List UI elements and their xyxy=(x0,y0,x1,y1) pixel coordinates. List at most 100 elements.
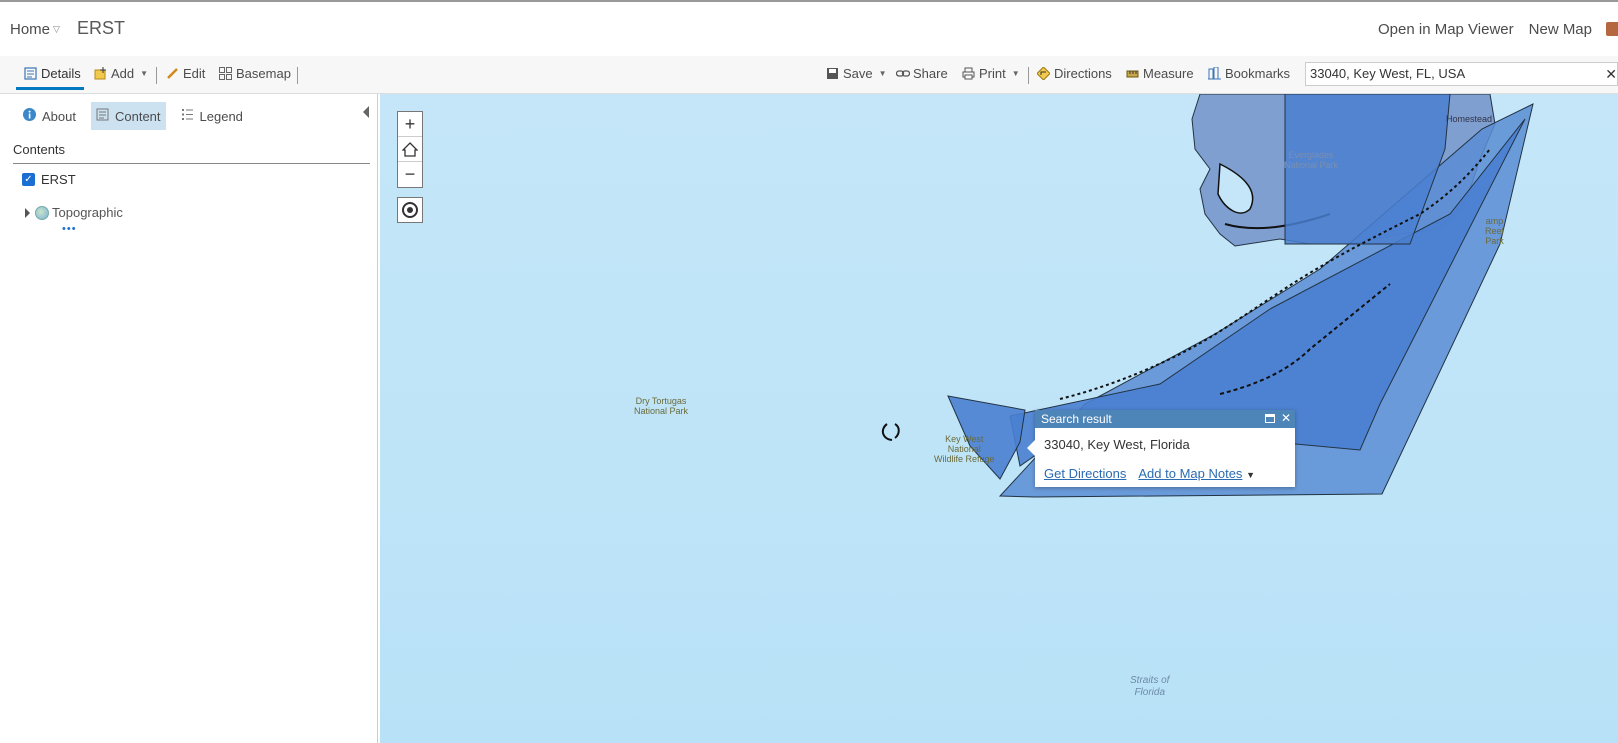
top-bar: Home ▽ ERST Open in Map Viewer New Map xyxy=(0,0,1618,54)
add-label: Add xyxy=(111,66,135,81)
add-to-map-notes-menu[interactable]: Add to Map Notes ▼ xyxy=(1138,466,1255,481)
close-icon[interactable]: ✕ xyxy=(1281,411,1291,425)
layer-visibility-checkbox[interactable]: ✓ xyxy=(22,173,35,186)
content-icon xyxy=(96,108,109,124)
sidebar-tabs: About Content Legend xyxy=(20,102,246,130)
map-view[interactable]: + − Dry Tortugas National Park Key West … xyxy=(380,94,1618,743)
close-icon[interactable]: ✕ xyxy=(1605,66,1617,83)
map-canvas xyxy=(881,94,1534,498)
edit-label: Edit xyxy=(183,66,206,81)
basemap-label: Basemap xyxy=(236,66,291,81)
bookmarks-label: Bookmarks xyxy=(1225,66,1291,81)
divider xyxy=(1028,67,1029,84)
details-button[interactable]: Details xyxy=(24,66,81,81)
search-input[interactable]: 33040, Key West, FL, USA ✕ xyxy=(1305,62,1618,86)
popup-controls: ✕ xyxy=(1264,411,1291,425)
home-icon xyxy=(402,141,418,157)
dry-tortugas-ring xyxy=(881,423,900,441)
ruler-icon xyxy=(1126,67,1139,80)
layer-label: ERST xyxy=(41,172,76,187)
more-options-icon[interactable]: ••• xyxy=(62,223,77,235)
save-disk-icon xyxy=(826,67,839,80)
layer-item-erst[interactable]: ✓ ERST xyxy=(22,172,76,187)
link-icon xyxy=(895,67,911,80)
chevron-down-icon: ▼ xyxy=(1246,470,1255,480)
add-to-map-notes-link[interactable]: Add to Map Notes xyxy=(1138,466,1242,481)
map-label-straits: Straits of Florida xyxy=(1130,675,1170,698)
zoom-out-button[interactable]: − xyxy=(398,162,422,187)
print-button[interactable]: Print ▼ xyxy=(962,66,1020,81)
bookmark-icon xyxy=(1208,66,1221,80)
pencil-icon xyxy=(166,67,179,80)
popup-header: Search result ✕ xyxy=(1035,410,1295,428)
tab-legend[interactable]: Legend xyxy=(178,102,246,130)
maximize-icon[interactable] xyxy=(1264,414,1275,423)
map-label-everglades: Everglades National Park xyxy=(1284,150,1339,170)
avatar[interactable] xyxy=(1606,22,1618,36)
map-label-dry-tortugas: Dry Tortugas National Park xyxy=(634,396,689,416)
map-label-reef: amp Reef Park xyxy=(1485,216,1505,246)
popup-actions: Get Directions Add to Map Notes ▼ xyxy=(1035,458,1295,487)
directions-button[interactable]: Directions xyxy=(1036,66,1112,81)
add-layer-icon xyxy=(94,67,107,80)
bookmarks-button[interactable]: Bookmarks xyxy=(1208,66,1290,81)
measure-label: Measure xyxy=(1143,66,1194,81)
basemap-layer-item[interactable]: Topographic xyxy=(25,205,123,220)
directions-sign-icon xyxy=(1036,66,1051,81)
contents-heading: Contents xyxy=(13,142,370,164)
legend-icon xyxy=(181,108,194,124)
divider xyxy=(156,67,157,84)
divider xyxy=(297,67,298,84)
top-right-links: Open in Map Viewer New Map xyxy=(1378,21,1592,38)
open-in-map-viewer-link[interactable]: Open in Map Viewer xyxy=(1378,21,1514,38)
info-icon xyxy=(23,108,36,124)
toolbar: Details Add ▼ Edit Basemap Save ▼ Share Pr… xyxy=(0,56,1618,94)
share-button[interactable]: Share xyxy=(895,66,948,81)
directions-label: Directions xyxy=(1054,66,1112,81)
sidebar: About Content Legend Contents ✓ ERST Top… xyxy=(0,94,378,743)
popup-address: 33040, Key West, Florida xyxy=(1044,437,1190,452)
search-input-value: 33040, Key West, FL, USA xyxy=(1310,66,1466,81)
chevron-down-icon: ▼ xyxy=(1011,69,1020,78)
popup-pointer xyxy=(1027,440,1035,456)
details-icon xyxy=(24,67,37,80)
popup-title: Search result xyxy=(1041,412,1112,426)
measure-button[interactable]: Measure xyxy=(1126,66,1194,81)
tab-content[interactable]: Content xyxy=(90,102,166,130)
edit-button[interactable]: Edit xyxy=(166,66,205,81)
chevron-down-icon: ▼ xyxy=(140,69,149,78)
map-label-homestead: Homestead xyxy=(1446,114,1493,124)
home-menu[interactable]: Home ▽ xyxy=(10,21,60,38)
print-label: Print xyxy=(979,66,1006,81)
locate-icon xyxy=(402,202,418,218)
chevron-down-icon: ▽ xyxy=(53,24,60,34)
basemap-layer-label: Topographic xyxy=(52,205,123,220)
tab-content-label: Content xyxy=(114,108,161,124)
share-label: Share xyxy=(913,66,948,81)
chevron-down-icon: ▼ xyxy=(878,69,887,78)
home-extent-button[interactable] xyxy=(398,137,422,162)
add-button[interactable]: Add ▼ xyxy=(94,66,148,81)
globe-icon xyxy=(35,205,49,220)
tab-about[interactable]: About xyxy=(20,102,79,130)
new-map-link[interactable]: New Map xyxy=(1529,21,1592,38)
get-directions-link[interactable]: Get Directions xyxy=(1044,466,1126,481)
zoom-in-button[interactable]: + xyxy=(398,112,422,137)
zoom-control: + − xyxy=(397,111,423,188)
home-label: Home xyxy=(10,21,51,38)
save-button[interactable]: Save ▼ xyxy=(826,66,887,81)
details-active-indicator xyxy=(16,87,84,90)
locate-button[interactable] xyxy=(397,197,423,223)
map-label-key-west-refuge: Key West National Wildlife Refuge xyxy=(934,434,995,464)
basemap-button[interactable]: Basemap xyxy=(219,66,291,81)
tab-legend-label: Legend xyxy=(199,108,243,124)
expand-arrow-icon[interactable] xyxy=(25,207,30,218)
search-result-popup: Search result ✕ 33040, Key West, Florida… xyxy=(1027,410,1295,487)
collapse-panel-icon[interactable] xyxy=(363,106,369,118)
details-label: Details xyxy=(41,66,81,81)
printer-icon xyxy=(962,67,975,80)
save-label: Save xyxy=(843,66,873,81)
map-title: ERST xyxy=(77,18,126,38)
tab-about-label: About xyxy=(42,108,76,124)
basemap-grid-icon xyxy=(219,67,232,80)
